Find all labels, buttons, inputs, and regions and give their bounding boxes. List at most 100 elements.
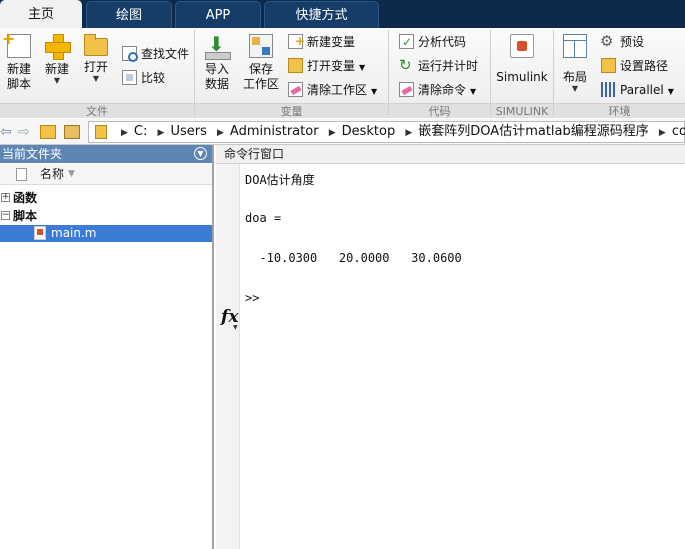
save-workspace-label: 保存 工作区 [242,62,279,91]
breadcrumb-separator-icon: ▶ [217,128,224,138]
command-window-title: 命令行窗口 [216,145,685,164]
current-folder-title-text: 当前文件夹 [2,147,63,161]
back-arrow-icon[interactable]: ⇦ [0,123,12,141]
new-variable-icon [288,31,305,51]
preferences-button[interactable]: 预设 [600,31,645,52]
clear-commands-icon [399,82,414,97]
group-label-simulink: SIMULINK [491,103,553,118]
file-type-icon [16,168,27,181]
simulink-label: Simulink [496,70,548,84]
clear-workspace-icon [288,82,303,97]
find-files-button[interactable]: 查找文件 [122,44,189,64]
breadcrumb-item[interactable]: Administrator [230,124,319,139]
set-path-button[interactable]: 设置路径 [601,56,668,76]
layout-icon [563,34,587,58]
clear-workspace-button[interactable]: 清除工作区 ▼ [288,80,377,100]
save-workspace-button[interactable]: 保存 工作区 [240,32,282,100]
breadcrumb-item[interactable]: 嵌套阵列DOA估计matlab编程源码程序 [418,124,648,139]
tab-apps[interactable]: APP [175,1,261,28]
clear-commands-dropdown-icon: ▼ [470,87,477,96]
open-button[interactable]: 打开 ▼ [77,32,115,100]
ribbon-toolbar: 新建 脚本 新建 ▼ 打开 ▼ 查找文件 比较 文件 导入 数据 保存 工作区 … [0,28,685,118]
file-item-main[interactable]: main.m [0,225,212,242]
parallel-button[interactable]: Parallel ▼ [601,80,674,100]
save-workspace-icon [249,34,273,58]
preferences-label: 预设 [620,35,645,49]
tree-node-label: 函数 [13,191,38,205]
open-label: 打开 [83,60,108,74]
ribbon-tab-strip: 主页 绘图 APP 快捷方式 [0,0,685,28]
find-files-icon [122,46,138,62]
new-dropdown-icon: ▼ [53,76,61,85]
layout-button[interactable]: 布局 ▼ [556,32,594,100]
compare-icon [122,70,137,85]
breadcrumb-item[interactable]: C: [134,124,147,139]
up-folder-icon[interactable] [40,125,56,139]
output-line: DOA估计角度 [245,173,315,187]
parallel-label: Parallel [620,83,664,97]
clear-commands-label: 清除命令 [418,83,467,97]
layout-dropdown-icon: ▼ [571,84,579,93]
parallel-icon [601,82,616,97]
simulink-button[interactable]: Simulink [496,32,548,100]
open-variable-icon [288,58,303,73]
forward-arrow-icon[interactable]: ⇨ [18,123,30,141]
fx-dropdown-icon: ▼ [233,324,238,331]
sort-descending-icon: ▼ [68,169,75,179]
group-label-file: 文件 [0,103,194,118]
run-and-time-label: 运行并计时 [418,59,479,73]
analyze-code-button[interactable]: 分析代码 [399,32,466,52]
gear-icon [600,31,616,51]
tree-node-scripts[interactable]: − 脚本 [0,207,212,225]
tab-shortcuts[interactable]: 快捷方式 [264,1,379,28]
find-files-label: 查找文件 [141,47,190,61]
command-prompt[interactable]: >> [245,291,259,305]
new-script-label: 新建 脚本 [6,62,31,91]
set-path-icon [601,58,616,73]
compare-label: 比较 [141,71,166,85]
open-variable-button[interactable]: 打开变量 ▼ [288,56,365,76]
command-window[interactable]: 命令行窗口 fx ▼ DOA估计角度 doa = -10.0300 20.000… [216,145,685,549]
current-folder-title: 当前文件夹 ▼ [0,145,212,163]
new-variable-button[interactable]: 新建变量 [288,31,355,52]
group-label-code: 代码 [389,103,490,118]
file-name: main.m [51,226,97,240]
clear-workspace-label: 清除工作区 [307,83,368,97]
layout-label: 布局 [562,70,587,84]
new-label: 新建 [44,62,69,76]
tree-node-functions[interactable]: + 函数 [0,189,212,207]
collapse-icon[interactable]: − [1,211,10,220]
breadcrumb-separator-icon: ▶ [157,128,165,138]
breadcrumb-item[interactable]: Users [170,124,206,139]
new-button[interactable]: 新建 ▼ [38,32,76,100]
group-label-environment: 环境 [554,103,685,118]
breadcrumb-separator-icon: ▶ [121,128,128,138]
open-variable-label: 打开变量 [307,59,356,73]
path-folder-icon [95,125,107,139]
current-folder-panel: 当前文件夹 ▼ 名称 ▼ + 函数 − 脚本 main.m [0,145,214,549]
tab-plots[interactable]: 绘图 [86,1,172,28]
breadcrumb-item[interactable]: code [672,124,685,139]
breadcrumb-item[interactable]: Desktop [342,124,396,139]
run-and-time-button[interactable]: 运行并计时 [399,55,479,76]
column-header-name[interactable]: 名称 ▼ [0,164,212,185]
import-data-button[interactable]: 导入 数据 [198,32,236,100]
simulink-icon [510,34,534,58]
breadcrumb-separator-icon: ▶ [328,128,336,138]
path-field[interactable]: ▶ C: ▶ Users ▶ Administrator ▶ Desktop ▶ 嵌套阵列… [88,121,685,143]
run-and-time-icon [399,55,414,75]
new-plus-icon [45,34,71,60]
import-data-icon [205,32,231,60]
new-script-button[interactable]: 新建 脚本 [0,29,38,100]
compare-button[interactable]: 比较 [122,68,165,88]
browse-folder-icon[interactable] [64,125,80,139]
tab-home[interactable]: 主页 [0,0,82,28]
open-variable-dropdown-icon: ▼ [359,63,366,72]
m-file-icon [34,226,46,240]
expand-icon[interactable]: + [1,193,10,202]
panel-menu-icon[interactable]: ▼ [194,147,207,160]
output-line: doa = [245,211,282,225]
clear-commands-button[interactable]: 清除命令 ▼ [399,80,476,100]
column-name-label: 名称 [40,167,65,181]
set-path-label: 设置路径 [620,59,669,73]
